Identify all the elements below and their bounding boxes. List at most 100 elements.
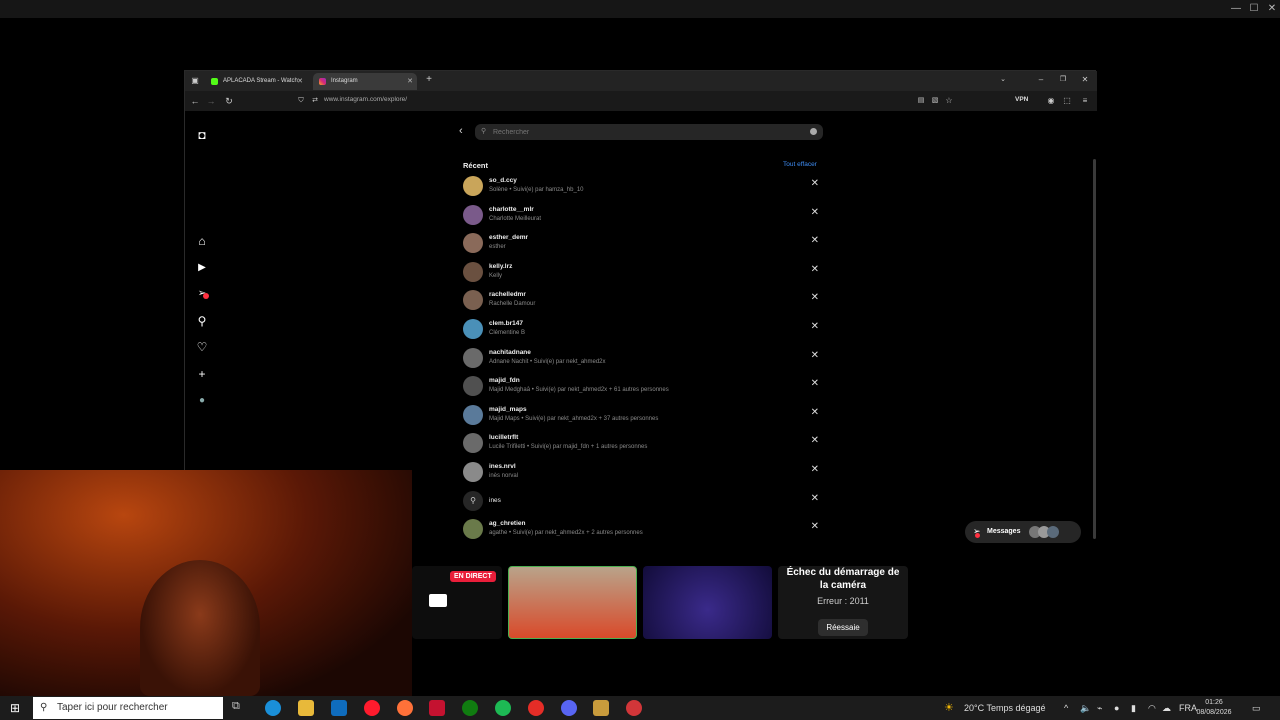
recent-item[interactable]: lucilletrflt Lucile Trifiletti • Suivi(e)… — [461, 431, 823, 457]
outlook-icon[interactable] — [331, 700, 347, 716]
reels-icon[interactable]: ▶ — [195, 261, 209, 275]
task-view-icon[interactable]: ⧉ — [232, 700, 248, 716]
bookmark-icon[interactable]: ☆ — [943, 95, 955, 107]
remove-recent-icon[interactable]: ✕ — [811, 464, 819, 475]
clock[interactable]: 01:26 08/08/2026 — [1196, 698, 1232, 718]
home-icon[interactable]: ⌂ — [195, 234, 209, 248]
create-icon[interactable]: + — [195, 367, 209, 381]
app-icon[interactable] — [429, 700, 445, 716]
menu-icon[interactable]: ≡ — [1079, 95, 1091, 107]
remove-recent-icon[interactable]: ✕ — [811, 321, 819, 332]
clear-all-link[interactable]: Tout effacer — [783, 161, 817, 168]
recent-item[interactable]: esther_demr esther ✕ — [461, 231, 823, 257]
wifi-icon[interactable]: ◠ — [1148, 696, 1156, 720]
scrollbar[interactable] — [1093, 159, 1096, 539]
back-icon[interactable]: ← — [189, 95, 201, 107]
instagram-logo-icon[interactable]: ◘ — [195, 128, 209, 142]
mic-icon[interactable]: ● — [1114, 696, 1119, 720]
weather-text[interactable]: 20°C Temps dégagé — [964, 696, 1046, 720]
search-box[interactable]: ⚲ — [475, 124, 823, 140]
recent-item[interactable]: clem.br147 Clémentine B ✕ — [461, 317, 823, 343]
recent-item[interactable]: so_d.ccy Solène • Suivi(e) par hamza_hb_1… — [461, 174, 823, 200]
vpn-badge[interactable]: VPN — [1015, 96, 1028, 103]
windows-start-icon[interactable]: ⊞ — [10, 701, 20, 715]
screen-share-tile[interactable]: EN DIRECT — [412, 566, 502, 639]
taskbar-search[interactable]: ⚲ Taper ici pour rechercher — [33, 697, 223, 719]
remove-recent-icon[interactable]: ✕ — [811, 521, 819, 532]
recent-subtitle: Adnane Nachit • Suivi(e) par nekt_ahmed2… — [489, 358, 606, 365]
tab-aplacada[interactable]: APLACADA Stream - Watch ✕ — [205, 73, 307, 90]
recent-item[interactable]: rachelledmr Rachelle Damour ✕ — [461, 288, 823, 314]
reload-icon[interactable]: ↻ — [223, 95, 235, 107]
tune-icon[interactable]: ⇄ — [309, 95, 321, 107]
volume-icon[interactable]: 🔈 — [1080, 696, 1091, 720]
remove-recent-icon[interactable]: ✕ — [811, 264, 819, 275]
recent-item[interactable]: kelly.lrz Kelly ✕ — [461, 260, 823, 286]
remove-recent-icon[interactable]: ✕ — [811, 235, 819, 246]
tray-chevron-icon[interactable]: ^ — [1064, 696, 1068, 720]
recent-item[interactable]: majid_fdn Majid Medghaâ • Suivi(e) par ne… — [461, 374, 823, 400]
search-input[interactable] — [493, 124, 793, 140]
remove-recent-icon[interactable]: ✕ — [811, 207, 819, 218]
reader-icon[interactable]: ▤ — [915, 95, 927, 107]
riot-icon[interactable] — [626, 700, 642, 716]
instagram-favicon — [319, 78, 326, 85]
back-icon[interactable]: ‹ — [459, 125, 463, 137]
close-tab-icon[interactable]: ✕ — [407, 73, 413, 90]
minimize-icon[interactable]: – — [1035, 74, 1047, 86]
extensions-icon[interactable]: ⬚ — [1061, 95, 1073, 107]
opera-icon[interactable] — [364, 700, 380, 716]
remove-recent-icon[interactable]: ✕ — [811, 350, 819, 361]
language-indicator[interactable]: FRA — [1179, 696, 1197, 720]
recent-item[interactable]: charlotte__mlr Charlotte Meilleurat ✕ — [461, 203, 823, 229]
edge-icon[interactable] — [265, 700, 281, 716]
close-icon[interactable]: ✕ — [1264, 2, 1280, 16]
file-explorer-icon[interactable] — [298, 700, 314, 716]
messages-button[interactable]: ➢ Messages — [965, 521, 1081, 543]
spotify-icon[interactable] — [495, 700, 511, 716]
recent-item[interactable]: ines.nrvl inès norval ✕ — [461, 460, 823, 486]
avatar — [463, 404, 483, 425]
clear-search-icon[interactable] — [810, 128, 817, 135]
remove-recent-icon[interactable]: ✕ — [811, 378, 819, 389]
participant-tile[interactable] — [643, 566, 772, 639]
recent-item[interactable]: nachitadnane Adnane Nachit • Suivi(e) par… — [461, 346, 823, 372]
search-icon[interactable]: ⚲ — [195, 314, 209, 328]
close-icon[interactable]: ✕ — [1079, 74, 1091, 86]
cloud-icon[interactable]: ☁ — [1162, 696, 1171, 720]
site-info-icon[interactable]: ⛉ — [295, 95, 307, 107]
retry-button[interactable]: Réessaie — [818, 619, 868, 636]
remove-recent-icon[interactable]: ✕ — [811, 407, 819, 418]
avatar[interactable]: ● — [195, 394, 209, 408]
remove-recent-icon[interactable]: ✕ — [811, 493, 819, 504]
participant-tile[interactable] — [508, 566, 637, 639]
app-icon[interactable] — [528, 700, 544, 716]
discord-icon[interactable] — [561, 700, 577, 716]
remove-recent-icon[interactable]: ✕ — [811, 292, 819, 303]
battery-icon[interactable]: ▮ — [1131, 696, 1136, 720]
tab-actions-icon[interactable]: ▣ — [189, 75, 201, 87]
tab-instagram[interactable]: Instagram ✕ — [313, 73, 417, 90]
forward-icon[interactable]: → — [205, 95, 217, 107]
remove-recent-icon[interactable]: ✕ — [811, 435, 819, 446]
maximize-icon[interactable]: ☐ — [1246, 2, 1262, 16]
recent-item[interactable]: ⚲ ines ✕ — [461, 489, 823, 515]
league-icon[interactable] — [593, 700, 609, 716]
new-tab-icon[interactable]: + — [423, 74, 435, 86]
tab-search-icon[interactable]: ⌄ — [997, 74, 1009, 86]
xbox-icon[interactable] — [462, 700, 478, 716]
recent-item[interactable]: majid_maps Majid Maps • Suivi(e) par nekt… — [461, 403, 823, 429]
recent-item[interactable]: ag_chretien agathe • Suivi(e) par nekt_ah… — [461, 517, 823, 543]
minimize-icon[interactable]: — — [1228, 2, 1244, 16]
notifications-icon[interactable]: ▭ — [1252, 696, 1261, 720]
profile-icon[interactable]: ◉ — [1045, 95, 1057, 107]
screenshot-icon[interactable]: ▧ — [929, 95, 941, 107]
restore-icon[interactable]: ❐ — [1057, 74, 1069, 86]
remove-recent-icon[interactable]: ✕ — [811, 178, 819, 189]
close-tab-icon[interactable]: ✕ — [297, 73, 303, 90]
network-icon[interactable]: ⌁ — [1097, 696, 1102, 720]
heart-icon[interactable]: ♡ — [195, 340, 209, 354]
avatar — [463, 261, 483, 282]
url-field[interactable]: www.instagram.com/explore/ — [324, 96, 407, 103]
firefox-icon[interactable] — [397, 700, 413, 716]
